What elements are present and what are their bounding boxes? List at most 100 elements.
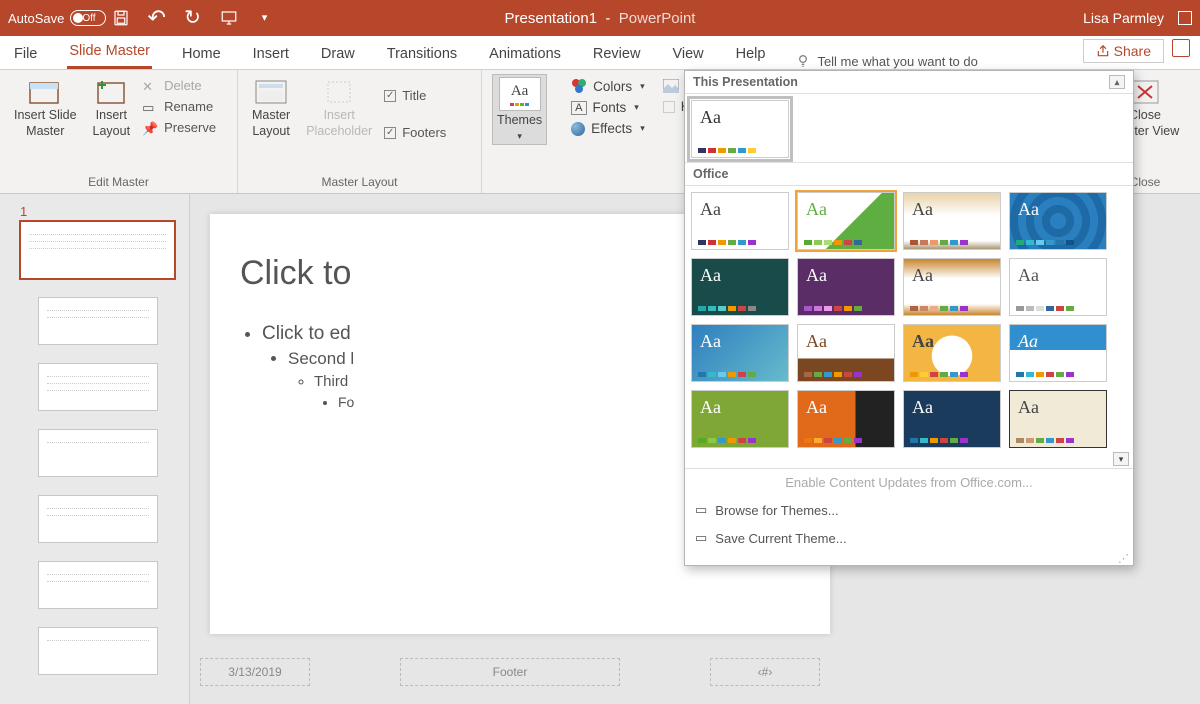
save-icon[interactable]	[112, 9, 130, 27]
layout-thumbnail[interactable]	[38, 363, 158, 411]
quick-access-toolbar: ↶ ↻ ▾	[112, 9, 274, 27]
colors-dropdown[interactable]: Colors▾	[571, 78, 645, 94]
insert-layout-icon	[93, 78, 129, 106]
theme-tile[interactable]: Aa	[1009, 324, 1107, 382]
tell-me-search[interactable]: Tell me what you want to do	[795, 53, 977, 69]
share-button[interactable]: Share	[1083, 39, 1164, 63]
layout-thumbnail[interactable]	[38, 429, 158, 477]
lightbulb-icon	[795, 53, 811, 69]
slide-navigator[interactable]: 1	[0, 194, 190, 704]
theme-tile[interactable]: Aa	[903, 258, 1001, 316]
insert-slide-master-button[interactable]: Insert Slide Master	[10, 74, 81, 139]
autosave-label: AutoSave	[8, 11, 64, 26]
theme-tile[interactable]: Aa	[797, 258, 895, 316]
tab-view[interactable]: View	[670, 39, 705, 69]
tab-animations[interactable]: Animations	[487, 39, 563, 69]
tab-slide-master[interactable]: Slide Master	[67, 36, 152, 69]
footer-placeholder[interactable]: Footer	[400, 658, 620, 686]
tab-draw[interactable]: Draw	[319, 39, 357, 69]
background-styles-icon	[663, 79, 679, 93]
resize-grip-icon[interactable]: ⋰	[685, 552, 1133, 565]
delete-icon: ✕	[142, 79, 158, 93]
autosave-switch-icon[interactable]	[70, 10, 106, 26]
theme-tile[interactable]: Aa	[691, 258, 789, 316]
slide-number: 1	[20, 204, 175, 219]
insert-layout-button[interactable]: Insert Layout	[89, 74, 135, 139]
rename-icon: ▭	[142, 100, 158, 114]
title-bar: AutoSave Off ↶ ↻ ▾ Presentation1 - Power…	[0, 0, 1200, 36]
tab-transitions[interactable]: Transitions	[385, 39, 459, 69]
insert-placeholder-icon	[321, 78, 357, 106]
qat-customize-icon[interactable]: ▾	[256, 9, 274, 27]
group-label-edit-master: Edit Master	[10, 175, 227, 191]
theme-tile[interactable]: Aa	[903, 192, 1001, 250]
theme-tile-facet[interactable]: Aa Facet	[797, 192, 895, 250]
slide-canvas-area: Click to Click to ed Second l Third Fo 3…	[190, 194, 1200, 704]
share-icon	[1096, 44, 1110, 58]
layout-thumbnail[interactable]	[38, 561, 158, 609]
folder-icon: ▭	[695, 502, 707, 518]
theme-tile[interactable]: Aa	[691, 390, 789, 448]
theme-tile[interactable]: Aa	[903, 324, 1001, 382]
tab-help[interactable]: Help	[734, 39, 768, 69]
group-master-layout: Master Layout Insert Placeholder ✓Title …	[238, 70, 482, 193]
layout-thumbnail[interactable]	[38, 495, 158, 543]
document-title: Presentation1 - PowerPoint	[505, 10, 696, 27]
undo-icon[interactable]: ↶	[148, 9, 166, 27]
tab-review[interactable]: Review	[591, 39, 643, 69]
user-name[interactable]: Lisa Parmley	[1083, 10, 1164, 26]
theme-tile[interactable]: Aa	[1009, 258, 1107, 316]
redo-icon[interactable]: ↻	[184, 9, 202, 27]
scroll-up-icon[interactable]: ▴	[1109, 75, 1125, 89]
rename-button[interactable]: ▭Rename	[142, 99, 216, 114]
layout-thumbnail[interactable]	[38, 297, 158, 345]
master-thumbnail[interactable]	[20, 221, 175, 279]
save-current-theme-link[interactable]: ▭Save Current Theme...	[685, 524, 1133, 552]
theme-tile[interactable]: Aa	[903, 390, 1001, 448]
present-icon[interactable]	[220, 9, 238, 27]
fonts-icon: A	[571, 101, 586, 115]
theme-tile[interactable]: Aa	[797, 390, 895, 448]
tab-home[interactable]: Home	[180, 39, 223, 69]
delete-button: ✕Delete	[142, 78, 216, 93]
page-number-placeholder[interactable]: ‹#›	[710, 658, 820, 686]
themes-icon: Aa	[499, 77, 541, 111]
scroll-down-icon[interactable]: ▾	[1113, 452, 1129, 466]
preserve-button[interactable]: 📌Preserve	[142, 120, 216, 135]
group-edit-master: Insert Slide Master Insert Layout ✕Delet…	[0, 70, 238, 193]
comments-icon[interactable]	[1172, 39, 1190, 57]
tab-file[interactable]: File	[12, 39, 39, 69]
enable-content-updates-link: Enable Content Updates from Office.com..…	[685, 469, 1133, 496]
effects-icon	[571, 122, 585, 136]
autosave-toggle[interactable]: AutoSave Off	[8, 10, 96, 26]
tab-insert[interactable]: Insert	[251, 39, 291, 69]
theme-tile[interactable]: Aa	[797, 324, 895, 382]
ribbon-tabs: File Slide Master Home Insert Draw Trans…	[0, 36, 1200, 70]
master-layout-button[interactable]: Master Layout	[248, 74, 294, 139]
ribbon-display-options-icon[interactable]	[1178, 11, 1192, 25]
title-checkbox[interactable]: ✓Title	[384, 88, 446, 103]
master-layout-icon	[253, 78, 289, 106]
insert-placeholder-button: Insert Placeholder	[302, 74, 376, 139]
panel-header-this-presentation: This Presentation ▴	[685, 71, 1133, 94]
theme-tile-current[interactable]: Aa	[691, 100, 789, 158]
theme-tile[interactable]: Aa	[1009, 192, 1107, 250]
fonts-dropdown[interactable]: AFonts▾	[571, 100, 645, 115]
themes-button[interactable]: Aa Themes ▾	[492, 74, 547, 145]
footers-checkbox[interactable]: ✓Footers	[384, 125, 446, 140]
browse-themes-link[interactable]: ▭Browse for Themes...	[685, 496, 1133, 524]
tell-me-placeholder: Tell me what you want to do	[817, 54, 977, 69]
effects-dropdown[interactable]: Effects▾	[571, 121, 645, 136]
theme-tile[interactable]: Aa	[691, 324, 789, 382]
date-placeholder[interactable]: 3/13/2019	[200, 658, 310, 686]
layout-thumbnail[interactable]	[38, 627, 158, 675]
group-label-master-layout: Master Layout	[248, 175, 471, 191]
preserve-icon: 📌	[142, 121, 158, 135]
theme-tile[interactable]: Aa	[1009, 390, 1107, 448]
colors-icon	[571, 78, 587, 94]
panel-header-office: Office	[685, 162, 1133, 186]
themes-gallery-panel: This Presentation ▴ Aa Office Aa Aa Face…	[684, 70, 1134, 566]
save-theme-icon: ▭	[695, 530, 707, 546]
workspace: 1 Click to Click to ed Second l Third Fo…	[0, 194, 1200, 704]
theme-tile[interactable]: Aa	[691, 192, 789, 250]
